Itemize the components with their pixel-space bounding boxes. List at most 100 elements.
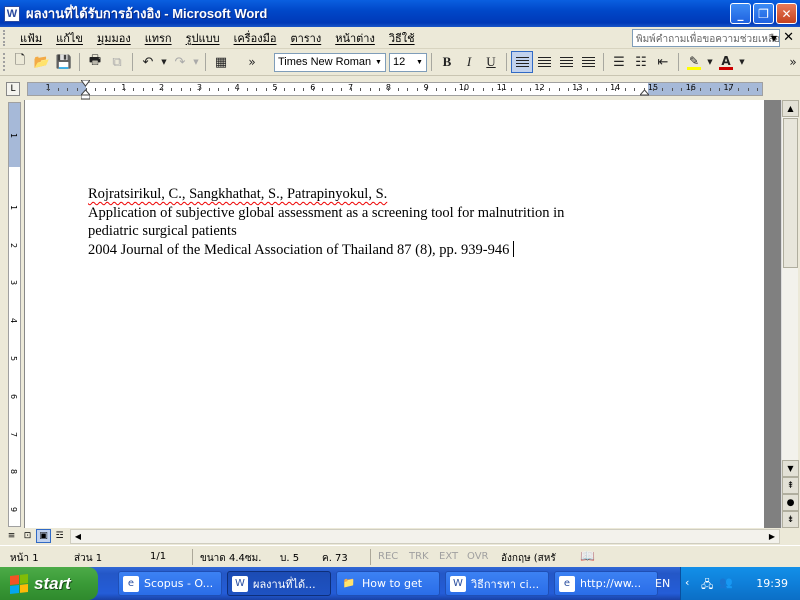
ruler-tick [539, 88, 541, 91]
copy-icon[interactable]: ⧉ [106, 51, 128, 73]
vertical-scrollbar[interactable]: ▲ ▼ ⇞ ● ⇟ [781, 100, 799, 528]
print-icon[interactable]: 🖶 [84, 51, 106, 73]
messenger-icon[interactable]: 👥 [719, 576, 733, 590]
taskbar-item-scopus[interactable]: e Scopus - O... [118, 571, 222, 596]
outline-view-icon[interactable]: ☲ [52, 529, 67, 543]
ruler-tick [397, 88, 399, 91]
taskbar-item-how-to-get[interactable]: 📁 How to get [336, 571, 440, 596]
previous-page-icon[interactable]: ⇞ [782, 477, 799, 494]
align-left-button[interactable] [511, 51, 533, 73]
menu-tools[interactable]: เครื่องมือ [227, 29, 284, 47]
print-layout-view-icon[interactable]: ▣ [36, 529, 51, 543]
ruler-tick [275, 88, 276, 91]
ruler-tick [482, 88, 484, 91]
normal-view-icon[interactable]: ≡ [4, 529, 19, 543]
insert-table-icon[interactable]: ▦ [210, 51, 232, 73]
start-button[interactable]: start [0, 567, 98, 600]
justify-button[interactable] [577, 51, 599, 73]
document-close-button[interactable]: ✕ [783, 30, 794, 45]
bullet-list-icon[interactable]: ☷ [630, 51, 652, 73]
status-section[interactable]: ส่วน 1 [74, 551, 102, 566]
menu-file[interactable]: แฟ้ม [13, 29, 49, 47]
vertical-ruler[interactable]: 1 1 2 3 4 5 6 7 8 9 [8, 102, 21, 527]
status-language[interactable]: อังกฤษ (สหรั [501, 551, 556, 566]
vertical-scroll-thumb[interactable] [783, 118, 798, 268]
close-button[interactable]: ✕ [776, 3, 797, 24]
toolbar-options-icon[interactable]: » [232, 51, 272, 73]
status-page[interactable]: หน้า 1 [10, 551, 39, 566]
minimize-button[interactable]: _ [730, 3, 751, 24]
reference-title-line2[interactable]: pediatric surgical patients [88, 222, 648, 241]
spelling-check-icon[interactable]: 📖 [580, 549, 595, 563]
highlight-dropdown-icon[interactable]: ▼ [705, 51, 715, 73]
undo-dropdown-icon[interactable]: ▼ [159, 51, 169, 73]
undo-icon[interactable]: ↶ [137, 51, 159, 73]
toolbar-options-icon[interactable]: » [786, 51, 800, 73]
menu-grip[interactable] [3, 29, 9, 46]
font-color-button[interactable]: A [715, 51, 737, 73]
font-size-select[interactable]: 12 ▼ [389, 52, 427, 72]
status-line[interactable]: บ. 5 [280, 551, 299, 566]
help-search-input[interactable]: พิมพ์คำถามเพื่อขอความช่วยเหลือ [632, 29, 780, 47]
taskbar-item-ie-http[interactable]: e http://ww... [554, 571, 658, 596]
align-right-button[interactable] [555, 51, 577, 73]
status-page-of[interactable]: 1/1 [150, 551, 166, 562]
open-folder-icon[interactable]: 📂 [31, 51, 53, 73]
save-icon[interactable]: 💾 [53, 51, 75, 73]
decrease-indent-icon[interactable]: ⇤ [652, 51, 674, 73]
status-rec[interactable]: REC [378, 551, 398, 562]
horizontal-scrollbar[interactable]: ◀ ▶ [70, 529, 780, 544]
horizontal-ruler-row: L 11234567891011121314151617 [0, 79, 800, 100]
scroll-up-icon[interactable]: ▲ [782, 100, 799, 117]
underline-button[interactable]: U [480, 51, 502, 73]
language-indicator[interactable]: EN [655, 577, 670, 590]
ruler-tick [95, 88, 97, 91]
font-size-dropdown-icon[interactable]: ▼ [414, 55, 425, 70]
menu-format[interactable]: รูปแบบ [179, 29, 227, 47]
redo-dropdown-icon[interactable]: ▼ [191, 51, 201, 73]
document-page[interactable]: Rojratsirikul, C., Sangkhathat, S., Patr… [24, 100, 764, 528]
help-dropdown-icon[interactable]: ▼ [768, 29, 780, 47]
horizontal-ruler[interactable]: 11234567891011121314151617 [27, 80, 763, 100]
font-name-dropdown-icon[interactable]: ▼ [373, 55, 384, 70]
menu-help[interactable]: วิธีใช้ [382, 29, 422, 47]
font-color-dropdown-icon[interactable]: ▼ [737, 51, 747, 73]
menu-view[interactable]: มุมมอง [90, 29, 138, 47]
select-browse-object-icon[interactable]: ● [782, 494, 799, 511]
status-position[interactable]: ขนาด 4.4ซม. [200, 551, 261, 566]
italic-button[interactable]: I [458, 51, 480, 73]
status-ext[interactable]: EXT [439, 551, 458, 562]
font-name-select[interactable]: Times New Roman ▼ [274, 52, 386, 72]
ruler-tick [501, 88, 503, 91]
align-center-button[interactable] [533, 51, 555, 73]
reference-authors[interactable]: Rojratsirikul, C., Sangkhathat, S., Patr… [88, 185, 648, 204]
web-layout-view-icon[interactable]: ⊡ [20, 529, 35, 543]
bold-button[interactable]: B [436, 51, 458, 73]
numbered-list-icon[interactable]: ☰ [608, 51, 630, 73]
status-trk[interactable]: TRK [409, 551, 429, 562]
new-document-icon[interactable]: 🗋 [9, 51, 31, 73]
network-icon[interactable]: 🖧 [701, 576, 715, 591]
restore-button[interactable]: ❐ [753, 3, 774, 24]
scroll-right-icon[interactable]: ▶ [765, 530, 779, 543]
reference-citation-line[interactable]: 2004 Journal of the Medical Association … [88, 241, 648, 260]
taskbar-item-word-2[interactable]: W วิธีการหา ci... [445, 571, 549, 596]
status-ovr[interactable]: OVR [467, 551, 488, 562]
document-text[interactable]: Rojratsirikul, C., Sangkhathat, S., Patr… [88, 185, 648, 260]
menu-table[interactable]: ตาราง [283, 29, 328, 47]
next-page-icon[interactable]: ⇟ [782, 511, 799, 528]
menu-window[interactable]: หน้าต่าง [328, 29, 382, 47]
scroll-left-icon[interactable]: ◀ [71, 530, 85, 543]
tab-stop-selector[interactable]: L [6, 82, 20, 96]
taskbar-item-word-active[interactable]: W ผลงานที่ได้... [227, 571, 331, 596]
status-column[interactable]: ค. 73 [322, 551, 348, 566]
menu-edit[interactable]: แก้ไข [49, 29, 90, 47]
redo-icon[interactable]: ↷ [169, 51, 191, 73]
word-app-icon[interactable]: W [4, 5, 20, 22]
reference-title-line1[interactable]: Application of subjective global assessm… [88, 204, 648, 223]
highlight-button[interactable]: ✎ [683, 51, 705, 73]
menu-insert[interactable]: แทรก [138, 29, 179, 47]
tray-expand-icon[interactable]: ‹ [685, 576, 699, 590]
window-controls: _ ❐ ✕ [730, 3, 797, 24]
scroll-down-icon[interactable]: ▼ [782, 460, 799, 477]
